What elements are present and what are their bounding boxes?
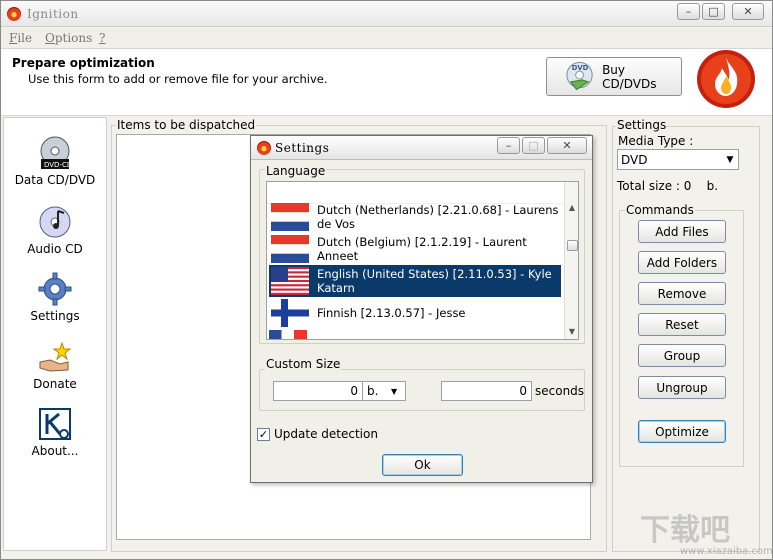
menu-options[interactable]: Options	[45, 31, 92, 45]
items-label: Items to be dispatched	[116, 118, 257, 132]
france-flag-icon	[269, 330, 307, 339]
netherlands-flag-icon	[271, 235, 309, 263]
nav-label-donate: Donate	[33, 377, 77, 391]
update-detection-option[interactable]: ✓ Update detection	[257, 427, 378, 441]
commands-label: Commands	[625, 203, 695, 217]
close-button[interactable]: ✕	[732, 3, 764, 20]
remove-button[interactable]: Remove	[638, 282, 726, 305]
add-folders-button[interactable]: Add Folders	[638, 251, 726, 274]
nav-data-cd-dvd[interactable]: DVD-CD Data CD/DVD	[4, 136, 106, 187]
ignition-app-icon	[7, 7, 21, 21]
netherlands-flag-icon	[271, 203, 309, 231]
audio-cd-icon	[39, 206, 71, 238]
buy-cd-dvds-label: Buy CD/DVDs	[602, 62, 657, 91]
language-list[interactable]: Dutch (Netherlands) [2.21.0.68] - Lauren…	[266, 181, 579, 340]
group-button[interactable]: Group	[638, 344, 726, 367]
language-name: Dutch (Netherlands) [2.21.0.68] - Lauren…	[317, 203, 559, 231]
update-detection-checkbox[interactable]: ✓	[257, 427, 270, 441]
dvd-badge-text: DVD	[572, 64, 589, 72]
chevron-down-icon[interactable]: ▼	[722, 155, 738, 165]
nav-settings[interactable]: Settings	[4, 272, 106, 323]
chevron-down-icon[interactable]: ▼	[391, 387, 405, 396]
total-size: Total size : 0 b.	[617, 179, 719, 193]
title-bar: Ignition – □ ✕	[1, 1, 772, 27]
nav-donate[interactable]: Donate	[4, 340, 106, 391]
language-name: Finnish [2.13.0.57] - Jesse	[317, 306, 466, 320]
donate-icon	[39, 341, 72, 372]
size-unit-select[interactable]: b. ▼	[362, 381, 406, 401]
language-item[interactable]: Dutch (Belgium) [2.1.2.19] - Laurent Ann…	[269, 233, 561, 265]
menu-options-mnemonic: O	[45, 31, 55, 45]
page-subtitle: Use this form to add or remove file for …	[28, 72, 328, 86]
dialog-title-bar: Settings – □ ✕	[251, 136, 592, 160]
dialog-close-button[interactable]: ✕	[547, 137, 587, 154]
size-unit-value: b.	[367, 384, 379, 398]
media-type-label: Media Type :	[618, 134, 694, 148]
add-files-button[interactable]: Add Files	[638, 220, 726, 243]
ungroup-button[interactable]: Ungroup	[638, 376, 726, 399]
maximize-button[interactable]: □	[702, 3, 725, 20]
dialog-app-icon	[257, 141, 271, 155]
watermark-text: 下载吧	[640, 513, 730, 548]
media-type-select[interactable]: DVD ▼	[617, 149, 739, 170]
dvd-cart-icon: DVD	[566, 61, 593, 90]
media-type-value: DVD	[621, 152, 648, 167]
dvd-disc-text: DVD-CD	[44, 161, 72, 169]
menu-help[interactable]: ?	[99, 31, 105, 45]
nav-label-about: About...	[31, 444, 79, 458]
nav-label-settings: Settings	[30, 309, 80, 323]
language-name: Dutch (Belgium) [2.1.2.19] - Laurent Ann…	[317, 235, 527, 263]
dialog-title: Settings	[275, 141, 330, 155]
finland-flag-icon	[271, 299, 309, 327]
menu-help-mnemonic: ?	[99, 31, 106, 45]
usa-flag-icon	[271, 267, 309, 295]
language-item[interactable]: Dutch (Netherlands) [2.21.0.68] - Lauren…	[269, 201, 561, 233]
ignition-logo	[697, 50, 755, 108]
menu-file[interactable]: File	[9, 31, 32, 45]
scroll-down-icon[interactable]: ▼	[565, 324, 578, 338]
dvd-icon: DVD-CD	[40, 136, 72, 169]
header-banner: Prepare optimization Use this form to ad…	[1, 48, 772, 116]
menu-file-label: ile	[17, 31, 33, 45]
settings-group-label: Settings	[616, 118, 668, 132]
gear-icon	[38, 272, 72, 306]
menu-bar: File Options ?	[1, 28, 772, 48]
left-nav: DVD-CD Data CD/DVD Audio CD Settings Don…	[3, 117, 107, 551]
scrollbar-thumb[interactable]	[567, 240, 578, 251]
page-title: Prepare optimization	[12, 56, 155, 70]
language-scrollbar[interactable]: ▲ ▼	[564, 182, 578, 339]
menu-options-label: ptions	[54, 31, 93, 45]
ok-button[interactable]: Ok	[382, 454, 463, 476]
dialog-minimize-button[interactable]: –	[497, 137, 520, 154]
language-name: English (United States) [2.11.0.53] - Ky…	[317, 267, 552, 295]
language-item[interactable]: Finnish [2.13.0.57] - Jesse	[269, 297, 561, 329]
scroll-up-icon[interactable]: ▲	[565, 200, 578, 214]
seconds-label: seconds	[535, 384, 585, 398]
about-icon	[39, 408, 71, 440]
watermark-url: www.xiazaiba.com	[680, 546, 773, 557]
optimize-button[interactable]: Optimize	[638, 420, 726, 443]
settings-dialog: Settings – □ ✕ Language Dutch (Netherlan…	[250, 135, 593, 483]
seconds-input[interactable]: 0	[441, 381, 532, 401]
nav-label-audio-cd: Audio CD	[27, 242, 83, 256]
custom-size-label: Custom Size	[265, 357, 342, 371]
update-detection-label: Update detection	[274, 427, 378, 441]
minimize-button[interactable]: –	[677, 3, 700, 20]
reset-button[interactable]: Reset	[638, 313, 726, 336]
nav-about[interactable]: About...	[4, 407, 106, 458]
buy-cd-dvds-button[interactable]: DVD Buy CD/DVDs	[546, 57, 682, 96]
custom-size-input[interactable]: 0	[273, 381, 363, 401]
language-item-selected[interactable]: English (United States) [2.11.0.53] - Ky…	[269, 265, 561, 297]
nav-label-data-cd-dvd: Data CD/DVD	[14, 173, 96, 187]
language-label: Language	[265, 164, 327, 178]
nav-audio-cd[interactable]: Audio CD	[4, 205, 106, 256]
window-title: Ignition	[27, 7, 79, 21]
dialog-maximize-button: □	[522, 137, 545, 154]
